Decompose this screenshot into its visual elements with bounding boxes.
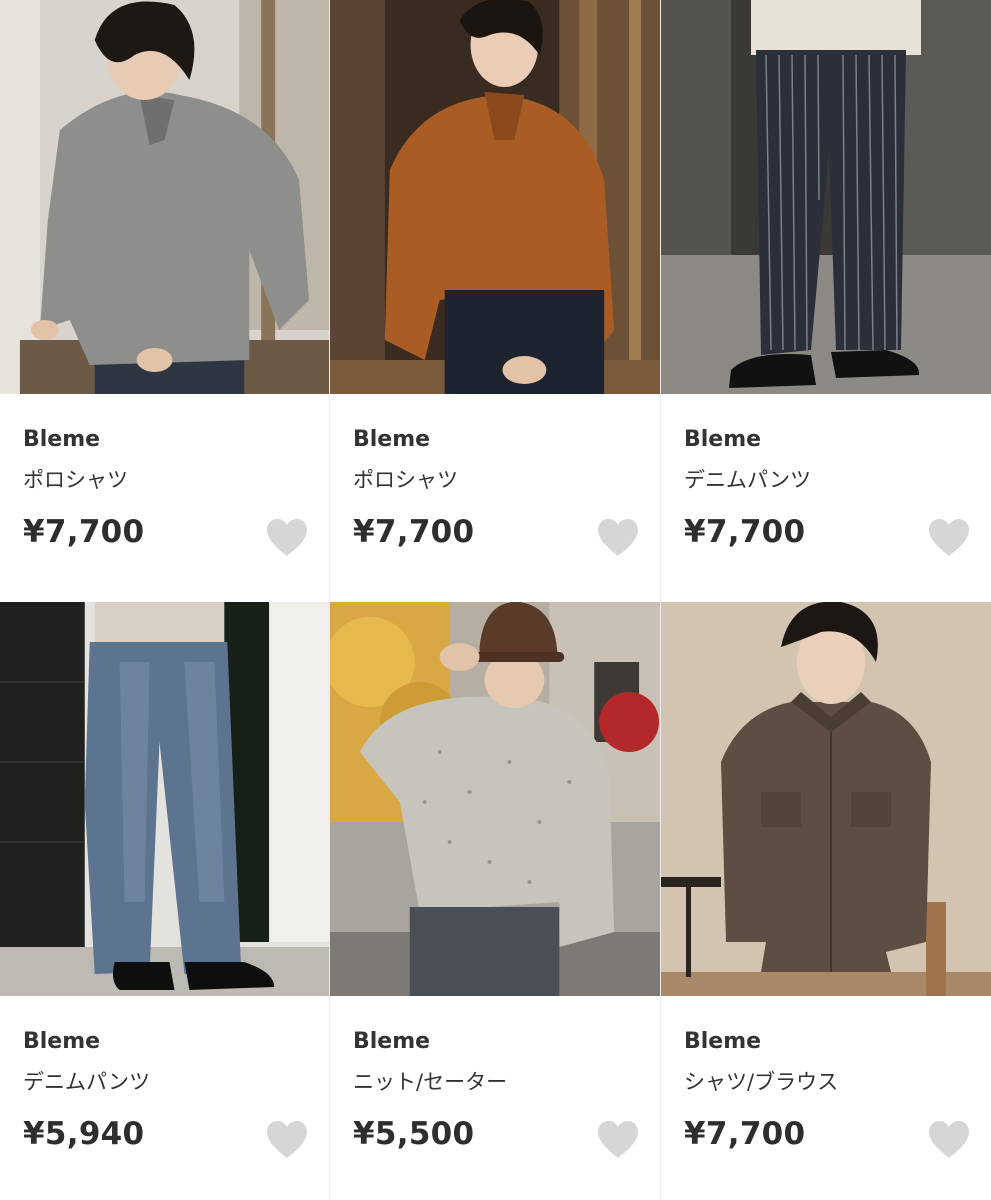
product-grid: Bleme ポロシャツ ¥7,700 Bleme ポロシャツ ¥7,700 Bl…	[0, 0, 991, 1200]
brand-name: Bleme	[684, 1029, 762, 1054]
product-image[interactable]	[330, 0, 660, 394]
product-price: ¥5,500	[353, 1116, 475, 1152]
favorite-button[interactable]	[927, 518, 971, 558]
brand-name: Bleme	[353, 427, 431, 452]
heart-icon	[929, 1121, 969, 1158]
favorite-button[interactable]	[596, 518, 640, 558]
product-category: ニット/セーター	[353, 1070, 508, 1094]
product-category: ポロシャツ	[23, 468, 128, 492]
product-price: ¥5,940	[23, 1116, 145, 1152]
product-card[interactable]: Bleme ポロシャツ ¥7,700	[0, 0, 330, 602]
product-category: デニムパンツ	[23, 1070, 151, 1094]
favorite-button[interactable]	[265, 1120, 309, 1160]
product-image[interactable]	[0, 0, 329, 394]
product-card[interactable]: Bleme ニット/セーター ¥5,500	[330, 602, 661, 1200]
heart-icon	[929, 519, 969, 556]
product-category: ポロシャツ	[353, 468, 458, 492]
product-image[interactable]	[661, 0, 991, 394]
favorite-button[interactable]	[265, 518, 309, 558]
product-card[interactable]: Bleme デニムパンツ ¥7,700	[661, 0, 991, 602]
heart-icon	[267, 1121, 307, 1158]
heart-icon	[598, 1121, 638, 1158]
product-image[interactable]	[661, 602, 991, 996]
brand-name: Bleme	[353, 1029, 431, 1054]
favorite-button[interactable]	[927, 1120, 971, 1160]
product-card[interactable]: Bleme ポロシャツ ¥7,700	[330, 0, 661, 602]
product-price: ¥7,700	[684, 514, 806, 550]
product-price: ¥7,700	[684, 1116, 806, 1152]
product-category: シャツ/ブラウス	[684, 1070, 839, 1094]
heart-icon	[267, 519, 307, 556]
brand-name: Bleme	[23, 427, 101, 452]
product-price: ¥7,700	[23, 514, 145, 550]
product-card[interactable]: Bleme シャツ/ブラウス ¥7,700	[661, 602, 991, 1200]
heart-icon	[598, 519, 638, 556]
product-image[interactable]	[0, 602, 329, 996]
favorite-button[interactable]	[596, 1120, 640, 1160]
brand-name: Bleme	[684, 427, 762, 452]
product-card[interactable]: Bleme デニムパンツ ¥5,940	[0, 602, 330, 1200]
product-price: ¥7,700	[353, 514, 475, 550]
product-category: デニムパンツ	[684, 468, 812, 492]
product-image[interactable]	[330, 602, 660, 996]
brand-name: Bleme	[23, 1029, 101, 1054]
